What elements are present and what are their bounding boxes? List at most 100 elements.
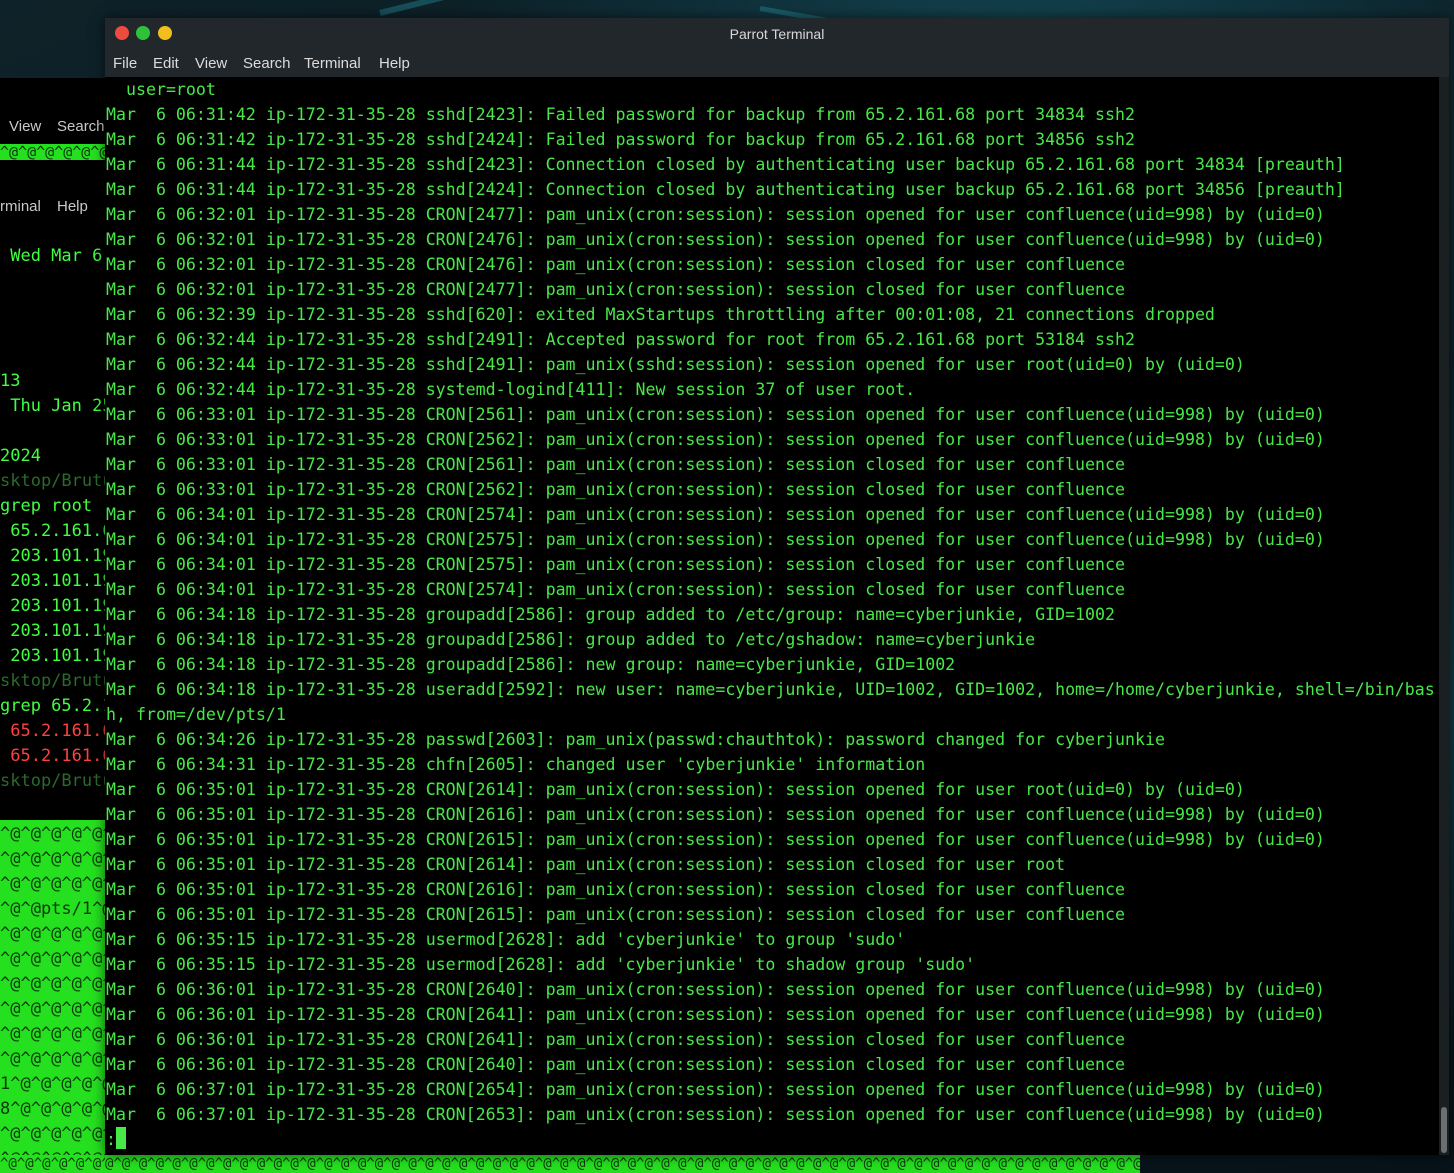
bg-terminal-line: 203.101.19 bbox=[0, 546, 105, 566]
bg-menubar-top: View Search bbox=[0, 114, 105, 140]
menu-help[interactable]: Help bbox=[379, 55, 410, 72]
bg-terminal-line bbox=[0, 294, 105, 319]
bg-terminal-line: 203.101.19 bbox=[0, 621, 105, 641]
bg-terminal-line: 65.2.161.6 bbox=[0, 521, 105, 541]
terminal-line: Mar 6 06:32:44 ip-172-31-35-28 systemd-l… bbox=[106, 380, 916, 399]
terminal-line: h, from=/dev/pts/1 bbox=[106, 705, 286, 724]
bg-null-bytes-row: ^@^@pts/1^@^@ bbox=[0, 899, 105, 919]
bg-terminal-line: grep 65.2.1 bbox=[0, 696, 105, 716]
terminal-line: Mar 6 06:37:01 ip-172-31-35-28 CRON[2654… bbox=[106, 1080, 1325, 1099]
terminal-line: Mar 6 06:32:01 ip-172-31-35-28 CRON[2476… bbox=[106, 230, 1325, 249]
bg-null-bytes-row: ^@^@^@^@^@^@^@ bbox=[0, 974, 105, 994]
terminal-line: Mar 6 06:35:01 ip-172-31-35-28 CRON[2614… bbox=[106, 855, 1066, 874]
bg-terminal-line: sktop/Brutu bbox=[0, 471, 105, 491]
scrollbar-thumb[interactable] bbox=[1441, 1107, 1447, 1153]
terminal-line: Mar 6 06:32:01 ip-172-31-35-28 CRON[2477… bbox=[106, 205, 1325, 224]
terminal-line: Mar 6 06:32:39 ip-172-31-35-28 sshd[620]… bbox=[106, 305, 1215, 324]
bg-terminal-line: Wed Mar 6 bbox=[0, 246, 103, 266]
bg-terminal-line: 65.2.161.6 bbox=[0, 721, 105, 741]
bg-menu-help[interactable]: Help bbox=[57, 198, 88, 215]
menu-view[interactable]: View bbox=[195, 55, 227, 72]
terminal-line: Mar 6 06:36:01 ip-172-31-35-28 CRON[2640… bbox=[106, 1055, 1126, 1074]
parrot-terminal-window[interactable]: Parrot Terminal File Edit View Search Te… bbox=[105, 18, 1449, 1155]
bg-terminal-line: 203.101.19 bbox=[0, 571, 105, 591]
terminal-line: Mar 6 06:34:01 ip-172-31-35-28 CRON[2575… bbox=[106, 555, 1126, 574]
bg-terminal-output: Wed Mar 6 13 Thu Jan 25 2024 sktop/Brutu gre… bbox=[0, 244, 105, 819]
terminal-line: Mar 6 06:32:44 ip-172-31-35-28 sshd[2491… bbox=[106, 355, 1245, 374]
bg-null-bytes-row: ^@^@^@^@^@^@^@ bbox=[0, 1049, 105, 1069]
terminal-line: Mar 6 06:36:01 ip-172-31-35-28 CRON[2640… bbox=[106, 980, 1325, 999]
bg-menubar-bottom: rminal Help bbox=[0, 194, 105, 220]
terminal-line: Mar 6 06:34:18 ip-172-31-35-28 useradd[2… bbox=[106, 680, 1435, 699]
bg-null-bytes-row: ^@^@^@^@^@^@^@ bbox=[0, 874, 105, 894]
terminal-line: Mar 6 06:33:01 ip-172-31-35-28 CRON[2561… bbox=[106, 455, 1126, 474]
bg-terminal-line: sktop/Brutu bbox=[0, 771, 105, 791]
terminal-line: Mar 6 06:35:01 ip-172-31-35-28 CRON[2616… bbox=[106, 880, 1126, 899]
bg-null-bytes-row: ^@^@^@^@^@^@^@ bbox=[0, 924, 105, 944]
bg-terminal-line: 203.101.19 bbox=[0, 596, 105, 616]
bg-null-bytes-row: ^@^@^@^@^@^@^@ bbox=[0, 1024, 105, 1044]
menu-file[interactable]: File bbox=[113, 55, 137, 72]
terminal-line: Mar 6 06:35:01 ip-172-31-35-28 CRON[2615… bbox=[106, 830, 1325, 849]
terminal-line: Mar 6 06:31:42 ip-172-31-35-28 sshd[2424… bbox=[106, 130, 1135, 149]
bg-terminal-line: Thu Jan 25 bbox=[0, 396, 105, 416]
terminal-line: Mar 6 06:36:01 ip-172-31-35-28 CRON[2641… bbox=[106, 1005, 1325, 1024]
menubar: File Edit View Search Terminal Help bbox=[105, 50, 1449, 77]
terminal-line: Mar 6 06:32:01 ip-172-31-35-28 CRON[2477… bbox=[106, 280, 1126, 299]
terminal-line: Mar 6 06:31:42 ip-172-31-35-28 sshd[2423… bbox=[106, 105, 1135, 124]
terminal-line: Mar 6 06:33:01 ip-172-31-35-28 CRON[2561… bbox=[106, 405, 1325, 424]
bg-null-bytes-row: 1^@^@^@^@^@^@ bbox=[0, 1074, 105, 1094]
pager-prompt: : bbox=[106, 1130, 116, 1149]
title-bar[interactable]: Parrot Terminal bbox=[105, 18, 1449, 50]
terminal-line: Mar 6 06:34:01 ip-172-31-35-28 CRON[2574… bbox=[106, 505, 1325, 524]
menu-edit[interactable]: Edit bbox=[153, 55, 179, 72]
terminal-line: Mar 6 06:35:15 ip-172-31-35-28 usermod[2… bbox=[106, 930, 906, 949]
bg-terminal-line: sktop/Brutu bbox=[0, 671, 105, 691]
terminal-line: Mar 6 06:37:01 ip-172-31-35-28 CRON[2653… bbox=[106, 1105, 1325, 1124]
bg-bottom-strip-left: ^@^@^@^@^@^@^@ bbox=[0, 1155, 105, 1173]
bg-null-bytes-row: ^@^@^@^@^@^@^@ bbox=[0, 849, 105, 869]
bg-bottom-strip: @^@^@^@^@^@^@^@^@^@^@^@^@^@^@^@^@^@^@^@^… bbox=[105, 1155, 1140, 1173]
terminal-line: Mar 6 06:36:01 ip-172-31-35-28 CRON[2641… bbox=[106, 1030, 1126, 1049]
bg-terminal-line bbox=[0, 319, 105, 344]
terminal-area[interactable]: user=root Mar 6 06:31:42 ip-172-31-35-28 … bbox=[105, 77, 1439, 1155]
terminal-line: Mar 6 06:31:44 ip-172-31-35-28 sshd[2423… bbox=[106, 155, 1345, 174]
terminal-line: Mar 6 06:32:01 ip-172-31-35-28 CRON[2476… bbox=[106, 255, 1126, 274]
terminal-line: Mar 6 06:34:18 ip-172-31-35-28 groupadd[… bbox=[106, 605, 1116, 624]
bg-terminal-line bbox=[0, 419, 105, 444]
bg-terminal-line: 13 bbox=[0, 371, 21, 391]
bg-green-strip: ^@^@^@^@^@^@^@ bbox=[0, 144, 105, 160]
terminal-line: Mar 6 06:35:01 ip-172-31-35-28 CRON[2616… bbox=[106, 805, 1325, 824]
terminal-line: Mar 6 06:35:01 ip-172-31-35-28 CRON[2615… bbox=[106, 905, 1126, 924]
menu-terminal[interactable]: Terminal bbox=[304, 55, 361, 72]
bg-null-bytes-row: ^@^@^@^@^@^@^@ bbox=[0, 949, 105, 969]
terminal-line: Mar 6 06:35:01 ip-172-31-35-28 CRON[2614… bbox=[106, 780, 1245, 799]
terminal-line: user=root bbox=[106, 80, 216, 99]
bg-terminal-line: 203.101.19 bbox=[0, 646, 105, 666]
bg-terminal-line bbox=[0, 794, 105, 819]
terminal-scrollbar[interactable] bbox=[1439, 77, 1449, 1155]
bg-menu-search[interactable]: Search bbox=[57, 118, 105, 135]
prompt-line[interactable]: : bbox=[106, 1127, 1439, 1152]
terminal-line: Mar 6 06:33:01 ip-172-31-35-28 CRON[2562… bbox=[106, 480, 1126, 499]
terminal-line: Mar 6 06:33:01 ip-172-31-35-28 CRON[2562… bbox=[106, 430, 1325, 449]
wallpaper-streak bbox=[379, 0, 634, 16]
menu-search[interactable]: Search bbox=[243, 55, 291, 72]
terminal-line: Mar 6 06:34:18 ip-172-31-35-28 groupadd[… bbox=[106, 630, 1036, 649]
bg-menu-terminal[interactable]: rminal bbox=[0, 198, 41, 215]
bg-terminal-line bbox=[0, 344, 105, 369]
terminal-line: Mar 6 06:34:01 ip-172-31-35-28 CRON[2575… bbox=[106, 530, 1325, 549]
bg-terminal-line: 65.2.161.6 bbox=[0, 746, 105, 766]
terminal-line: Mar 6 06:31:44 ip-172-31-35-28 sshd[2424… bbox=[106, 180, 1345, 199]
window-title: Parrot Terminal bbox=[729, 26, 825, 42]
terminal-line: Mar 6 06:34:26 ip-172-31-35-28 passwd[26… bbox=[106, 730, 1165, 749]
bg-terminal-line bbox=[0, 269, 105, 294]
terminal-line: Mar 6 06:32:44 ip-172-31-35-28 sshd[2491… bbox=[106, 330, 1135, 349]
terminal-line: Mar 6 06:34:31 ip-172-31-35-28 chfn[2605… bbox=[106, 755, 926, 774]
bg-null-bytes-row: ^@^@^@^@^@^@^@ bbox=[0, 1124, 105, 1144]
terminal-line: Mar 6 06:35:15 ip-172-31-35-28 usermod[2… bbox=[106, 955, 976, 974]
bg-null-bytes-row: ^@^@^@^@^@^@^@ bbox=[0, 999, 105, 1019]
bg-terminal-line: grep root bbox=[0, 496, 93, 516]
terminal-line: Mar 6 06:34:01 ip-172-31-35-28 CRON[2574… bbox=[106, 580, 1126, 599]
bg-menu-view[interactable]: View bbox=[9, 118, 41, 135]
